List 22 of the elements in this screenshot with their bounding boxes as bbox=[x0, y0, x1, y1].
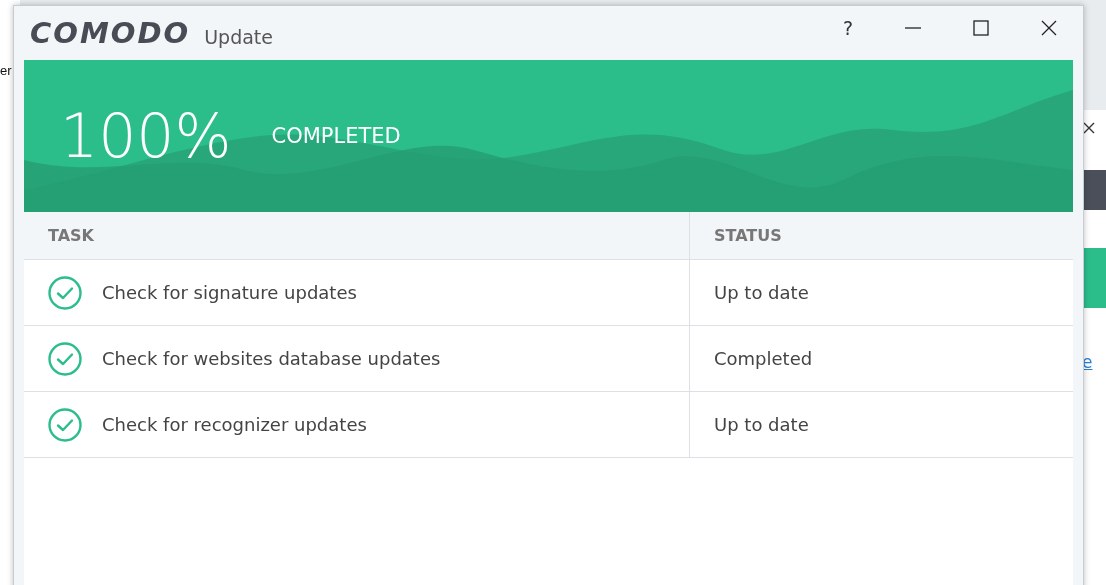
column-header: STATUS bbox=[713, 225, 783, 247]
task-name: Check for signature updates bbox=[102, 282, 357, 303]
background-toolbar bbox=[1082, 170, 1106, 210]
task-name: Check for websites database updates bbox=[102, 348, 441, 369]
help-button[interactable]: ? bbox=[842, 17, 853, 39]
progress-status: COMPLETED bbox=[271, 124, 401, 148]
maximize-icon[interactable] bbox=[973, 20, 989, 36]
task-status: Up to date bbox=[714, 282, 809, 303]
close-icon[interactable] bbox=[1041, 20, 1057, 36]
background-text: er bbox=[0, 63, 12, 78]
window-title: Update bbox=[204, 26, 273, 48]
task-status: Up to date bbox=[714, 414, 809, 435]
task-name: Check for recognizer updates bbox=[102, 414, 367, 435]
check-circle-icon bbox=[48, 341, 82, 376]
background-banner bbox=[1082, 248, 1106, 308]
column-header: TASK bbox=[24, 212, 690, 259]
close-icon[interactable] bbox=[1083, 122, 1095, 134]
brand-logo: COMODO bbox=[30, 16, 191, 50]
check-circle-icon bbox=[48, 407, 82, 442]
check-circle-icon bbox=[48, 275, 82, 310]
task-status: Completed bbox=[714, 348, 813, 369]
progress-percent: 100% bbox=[60, 101, 232, 171]
